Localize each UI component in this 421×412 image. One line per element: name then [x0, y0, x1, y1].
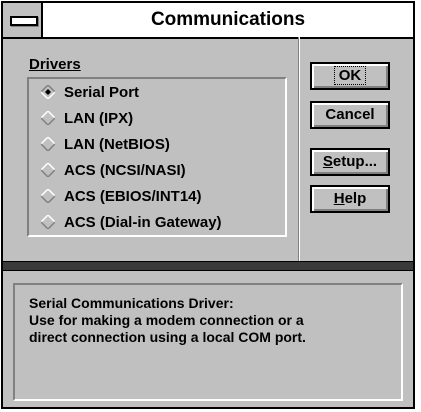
- radio-acs-ncsi-nasi[interactable]: ACS (NCSI/NASI): [41, 159, 186, 183]
- radio-lan-ipx[interactable]: LAN (IPX): [41, 107, 133, 131]
- description-area: Serial Communications Driver: Use for ma…: [3, 271, 413, 407]
- cancel-button-label: Cancel: [325, 106, 375, 123]
- dialog-title: Communications: [150, 9, 306, 30]
- section-separator: [3, 261, 413, 271]
- cancel-button[interactable]: Cancel: [310, 101, 390, 129]
- driver-description-box: Serial Communications Driver: Use for ma…: [13, 283, 403, 401]
- radio-label: ACS (NCSI/NASI): [64, 162, 186, 180]
- radio-label: LAN (IPX): [64, 110, 134, 128]
- help-button[interactable]: Help: [310, 185, 390, 213]
- radio-unselected-icon: [41, 215, 55, 230]
- radio-unselected-icon: [41, 189, 55, 204]
- radio-unselected-icon: [41, 111, 55, 126]
- radio-label: ACS (EBIOS/INT14): [64, 188, 202, 206]
- setup-button[interactable]: Setup...: [310, 148, 390, 176]
- radio-label: Serial Port: [64, 84, 140, 102]
- radio-acs-dial-in-gateway[interactable]: ACS (Dial-in Gateway): [41, 211, 222, 235]
- radio-serial-port[interactable]: Serial Port: [41, 81, 139, 105]
- description-line: Serial Communications Driver:: [29, 295, 234, 311]
- radio-label: ACS (Dial-in Gateway): [64, 214, 222, 232]
- description-line: Use for making a modem connection or a: [29, 312, 304, 328]
- radio-acs-ebios-int14[interactable]: ACS (EBIOS/INT14): [41, 185, 202, 209]
- system-menu-icon: [10, 16, 38, 26]
- help-button-label: elp: [344, 190, 367, 207]
- setup-mnemonic: S: [322, 153, 333, 170]
- setup-button-label: etup...: [332, 153, 378, 170]
- vertical-divider: [298, 37, 300, 261]
- radio-label: LAN (NetBIOS): [64, 136, 170, 154]
- drivers-group-label: Drivers: [29, 56, 81, 73]
- radio-selected-icon: [41, 85, 55, 100]
- ok-button[interactable]: OK: [310, 62, 390, 90]
- radio-unselected-icon: [41, 163, 55, 178]
- description-line: direct connection using a local COM port…: [29, 329, 306, 345]
- system-menu-button[interactable]: [3, 3, 43, 37]
- ok-button-label: OK: [333, 66, 367, 85]
- driver-selection-area: Drivers Serial Port LAN (IPX) LAN (NetBI…: [3, 37, 413, 261]
- radio-lan-netbios[interactable]: LAN (NetBIOS): [41, 133, 170, 157]
- title-bar: Communications: [3, 3, 413, 39]
- drivers-radio-group: Serial Port LAN (IPX) LAN (NetBIOS) ACS …: [27, 77, 287, 237]
- help-mnemonic: H: [333, 190, 345, 207]
- radio-unselected-icon: [41, 137, 55, 152]
- communications-dialog: Communications Drivers Serial Port LAN (…: [1, 1, 415, 409]
